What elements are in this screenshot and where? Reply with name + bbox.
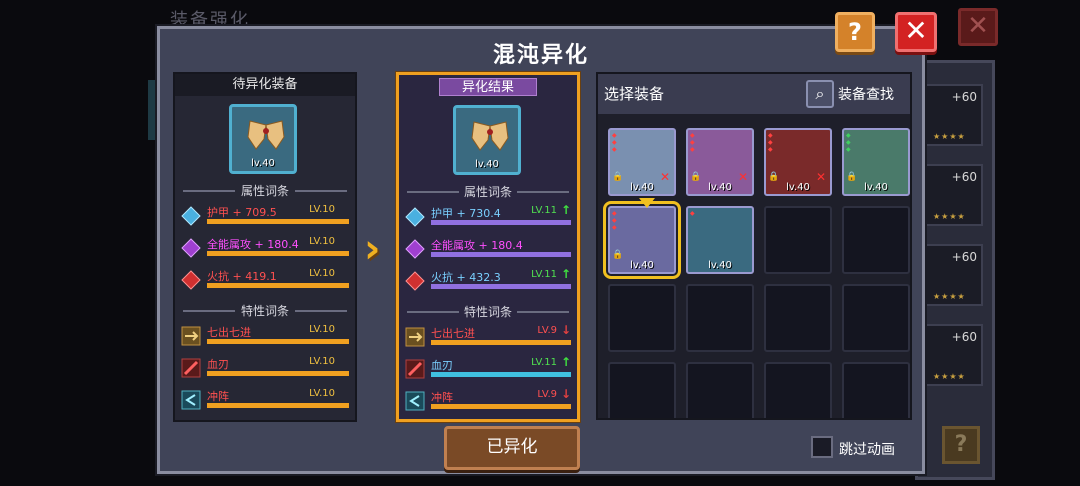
search-icon: ⌕ (806, 80, 834, 108)
background-slot: +60 ★★★★ (925, 164, 983, 226)
armor-gem-icon (181, 206, 201, 226)
lock-icon: 🔒 (768, 172, 780, 182)
lock-icon: 🔒 (846, 172, 858, 182)
result-trait-row: 血刃 LV.11 ↑ (405, 355, 571, 383)
inventory-empty-slot[interactable] (686, 362, 754, 418)
result-trait-row: 冲阵 LV.9 ↓ (405, 387, 571, 415)
result-attr-row: 护甲 + 730.4 LV.11 ↑ (405, 203, 571, 231)
result-header: 异化结果 (439, 78, 537, 96)
blood-blade-icon (405, 359, 425, 379)
source-header: 待异化装备 (175, 74, 355, 96)
inventory-empty-slot[interactable] (686, 284, 754, 352)
background-slot: +60 ★★★★ (925, 324, 983, 386)
source-equipment-panel: 待异化装备 lv.40 属性词条 护甲 + 709.5 LV.10 全能属攻 + … (173, 72, 357, 422)
fire-resist-gem-icon (405, 271, 425, 291)
source-trait-row: 冲阵 LV.10 (181, 388, 349, 414)
source-attr-row: 护甲 + 709.5 LV.10 (181, 204, 349, 230)
attack-gem-icon (405, 239, 425, 259)
equipment-select-panel: 选择装备 ⌕ 装备查找 ◆ ◆ ◆ 🔒 ✕ lv.40 ◆ ◆ ◆ 🔒 ✕ lv.40 ◆ ◆ ◆ 🔒… (596, 72, 912, 420)
lock-icon: 🔒 (612, 250, 624, 260)
armor-gem-icon (405, 207, 425, 227)
source-trait-label: 特性词条 (175, 302, 355, 319)
mutation-result-panel: 异化结果 lv.40 属性词条 护甲 + 730.4 LV.11 ↑ 全能属攻 + … (396, 72, 580, 422)
inventory-item-cloud[interactable]: ◆ ◆ ◆ 🔒 ✕ lv.40 (608, 128, 676, 196)
inventory-item-magic-book[interactable]: ◆ ◆ ◆ 🔒 ✕ lv.40 (686, 128, 754, 196)
charge-icon (405, 391, 425, 411)
result-trait-row: 七出七进 LV.9 ↓ (405, 323, 571, 351)
result-trait-label: 特性词条 (399, 303, 577, 320)
inventory-empty-slot[interactable] (608, 284, 676, 352)
inventory-empty-slot[interactable] (842, 206, 910, 274)
selected-marker-icon (639, 198, 655, 208)
trait-icon (181, 326, 201, 346)
source-trait-row: 血刃 LV.10 (181, 356, 349, 382)
fire-resist-gem-icon (181, 270, 201, 290)
wings-icon (247, 120, 285, 150)
background-slot: +60 ★★★★ (925, 244, 983, 306)
inventory-item-wings-selected[interactable]: ◆ ◆ ◆ 🔒 lv.40 (603, 198, 681, 279)
source-item-slot[interactable]: lv.40 (229, 104, 297, 174)
inventory-item-potion[interactable]: ◆ ◆ ◆ 🔒 lv.40 (842, 128, 910, 196)
attack-gem-icon (181, 238, 201, 258)
arrow-up-icon: ↑ (560, 203, 571, 217)
close-button[interactable]: ✕ (895, 12, 937, 52)
source-trait-row: 七出七进 LV.10 (181, 324, 349, 350)
dialog-title: 混沌异化 (492, 43, 589, 68)
inventory-empty-slot[interactable] (842, 362, 910, 418)
charge-icon (181, 390, 201, 410)
inventory-empty-slot[interactable] (842, 284, 910, 352)
trait-icon (405, 327, 425, 347)
lock-icon: 🔒 (690, 172, 702, 182)
help-button[interactable]: ? (835, 12, 875, 52)
inventory-empty-slot[interactable] (764, 206, 832, 274)
inventory-item-red-hood-2[interactable]: ◆ lv.40 (686, 206, 754, 274)
inventory-item-red-hood[interactable]: ◆ ◆ ◆ 🔒 ✕ lv.40 (764, 128, 832, 196)
source-attr-label: 属性词条 (175, 182, 355, 199)
result-item-level: lv.40 (475, 159, 499, 170)
blood-blade-icon (181, 358, 201, 378)
skip-animation-checkbox[interactable] (811, 436, 833, 458)
result-attr-row: 全能属攻 + 180.4 (405, 237, 571, 263)
arrow-down-icon: ↓ (560, 387, 571, 401)
arrow-up-icon: ↑ (560, 267, 571, 281)
wings-icon (471, 121, 509, 151)
inventory-empty-slot[interactable] (764, 284, 832, 352)
arrow-up-icon: ↑ (560, 355, 571, 369)
inventory-empty-slot[interactable] (608, 362, 676, 418)
inventory-title: 选择装备 (604, 85, 665, 103)
result-item-slot[interactable]: lv.40 (453, 105, 521, 175)
arrow-down-icon: ↓ (560, 323, 571, 337)
source-attr-row: 火抗 + 419.1 LV.10 (181, 268, 349, 294)
background-help-icon: ? (942, 426, 980, 464)
result-attr-row: 火抗 + 432.3 LV.11 ↑ (405, 267, 571, 295)
inventory-empty-slot[interactable] (764, 362, 832, 418)
source-attr-row: 全能属攻 + 180.4 LV.10 (181, 236, 349, 262)
mutate-button[interactable]: 已异化 (444, 426, 580, 470)
lock-icon: 🔒 (612, 172, 624, 182)
background-slot: +60 ★★★★ (925, 84, 983, 146)
result-attr-label: 属性词条 (399, 183, 577, 200)
background-close-icon: ✕ (958, 8, 998, 46)
equipment-search-button[interactable]: ⌕ 装备查找 (806, 80, 902, 108)
source-item-level: lv.40 (251, 158, 275, 169)
chevron-right-icon: › (364, 226, 381, 272)
inventory-header: 选择装备 ⌕ 装备查找 (598, 74, 910, 114)
